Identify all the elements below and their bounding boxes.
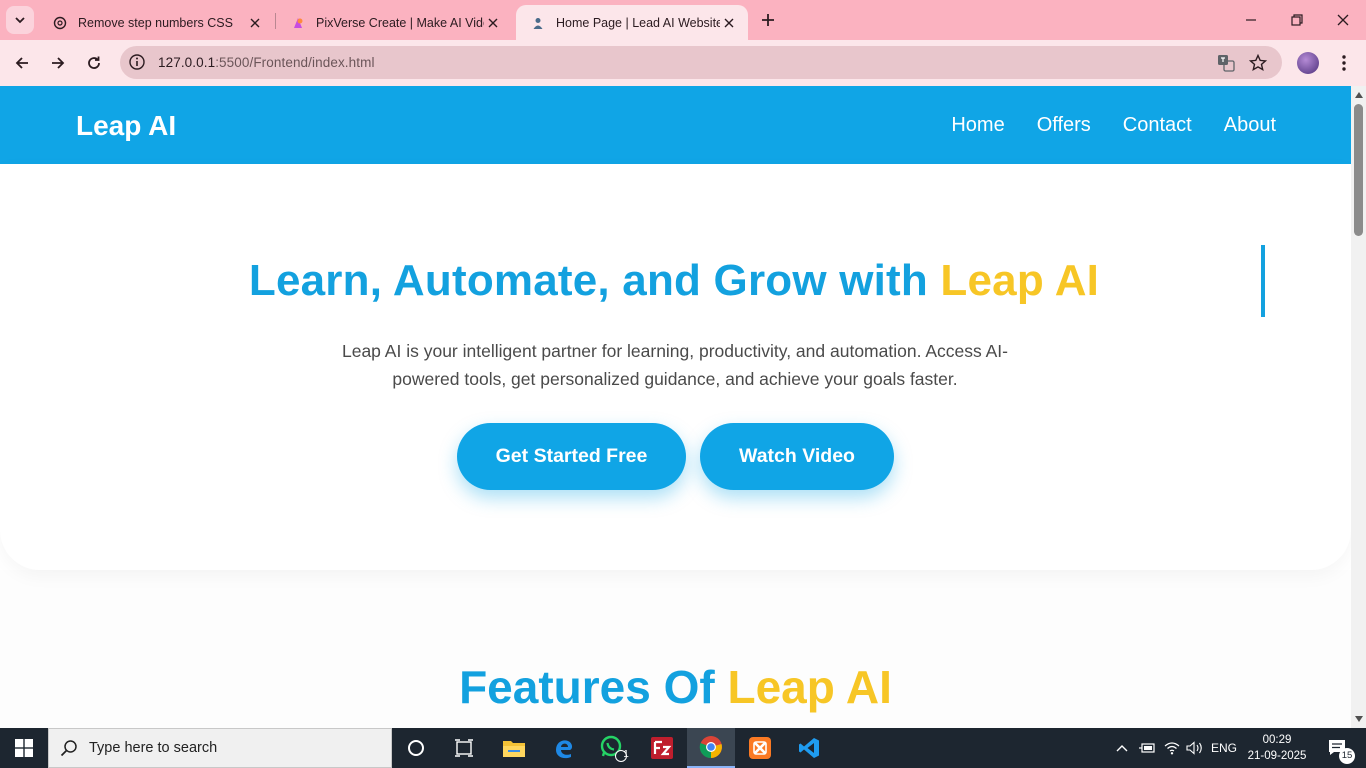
file-explorer-button[interactable] xyxy=(490,728,538,768)
folder-icon xyxy=(503,741,525,757)
show-hidden-icons-button[interactable] xyxy=(1112,728,1132,768)
reload-icon xyxy=(88,56,100,69)
hero-title: Learn, Automate, and Grow with Leap AI xyxy=(0,256,1351,306)
watch-video-button[interactable]: Watch Video xyxy=(700,423,894,490)
tab-close-icon[interactable] xyxy=(484,14,502,32)
restore-button[interactable] xyxy=(1274,0,1320,40)
edge-button[interactable] xyxy=(540,728,588,768)
notification-count-badge: 15 xyxy=(1339,748,1355,764)
features-title-accent: Leap AI xyxy=(727,661,892,713)
arrow-right-icon xyxy=(52,57,65,69)
chevron-down-icon xyxy=(15,17,25,24)
vscode-button[interactable] xyxy=(785,728,833,768)
tab-search-button[interactable] xyxy=(6,6,34,34)
plus-icon xyxy=(762,14,774,26)
tab-title: Remove step numbers CSS xyxy=(78,15,233,30)
hero-section: Learn, Automate, and Grow with Leap AI L… xyxy=(0,164,1351,570)
vscode-icon xyxy=(799,738,819,758)
nav-links: Home Offers Contact About xyxy=(951,114,1276,137)
nav-offers-link[interactable]: Offers xyxy=(1037,114,1091,137)
cortana-circle-icon xyxy=(408,740,424,756)
start-button[interactable] xyxy=(0,728,48,768)
new-tab-button[interactable] xyxy=(756,8,780,32)
windows-logo-icon xyxy=(15,739,33,757)
task-view-icon xyxy=(455,739,473,757)
site-navbar: Leap AI Home Offers Contact About xyxy=(0,86,1351,164)
network-tray-button[interactable] xyxy=(1161,728,1183,768)
speaker-icon xyxy=(1186,741,1202,755)
tab-title: PixVerse Create | Make AI Video xyxy=(316,15,484,30)
taskbar-search-box[interactable]: Type here to search xyxy=(48,728,392,768)
chevron-up-icon xyxy=(1116,745,1128,752)
battery-plug-icon xyxy=(1139,743,1155,753)
xampp-icon xyxy=(749,737,771,759)
edge-icon xyxy=(556,740,573,759)
url-host: 127.0.0.1 xyxy=(158,55,216,70)
scroll-up-arrow-icon[interactable] xyxy=(1351,88,1366,102)
forward-button[interactable] xyxy=(43,48,73,78)
search-icon xyxy=(49,728,89,768)
site-logo[interactable]: Leap AI xyxy=(76,110,176,142)
scroll-down-arrow-icon[interactable] xyxy=(1351,712,1366,726)
chrome-icon xyxy=(699,736,722,759)
arrow-left-icon xyxy=(15,57,28,69)
openai-icon xyxy=(52,15,68,31)
restore-icon xyxy=(1291,14,1303,26)
nav-contact-link[interactable]: Contact xyxy=(1123,114,1192,137)
back-button[interactable] xyxy=(7,48,37,78)
filezilla-icon xyxy=(651,737,673,759)
task-view-button[interactable] xyxy=(440,728,488,768)
windows-taskbar: Type here to search 1 ENG 00:29 21-09-20… xyxy=(0,728,1366,768)
browser-menu-button[interactable] xyxy=(1334,52,1354,74)
minimize-icon xyxy=(1246,19,1256,21)
translate-icon[interactable] xyxy=(1216,53,1236,73)
features-title-main: Features Of xyxy=(459,661,728,713)
more-vert-icon xyxy=(1342,55,1346,71)
whatsapp-badge: 1 xyxy=(623,749,629,760)
wifi-icon xyxy=(1164,742,1180,755)
bookmark-star-icon[interactable] xyxy=(1248,53,1268,73)
system-clock[interactable]: 00:29 21-09-2025 xyxy=(1240,732,1314,764)
chrome-button[interactable] xyxy=(687,728,735,768)
battery-tray-button[interactable] xyxy=(1137,728,1157,768)
hero-title-main: Learn, Automate, and Grow with xyxy=(248,256,941,305)
tab-close-icon[interactable] xyxy=(720,14,738,32)
browser-tab-bar: Remove step numbers CSS PixVerse Create … xyxy=(0,0,1366,40)
site-info-icon[interactable] xyxy=(128,53,146,71)
nav-home-link[interactable]: Home xyxy=(951,114,1004,137)
tab-remove-step-numbers[interactable]: Remove step numbers CSS xyxy=(38,5,274,40)
tab-pixverse[interactable]: PixVerse Create | Make AI Video xyxy=(276,5,512,40)
url-path: :5500/Frontend/index.html xyxy=(215,55,375,70)
hero-title-accent: Leap AI xyxy=(940,256,1100,305)
site-icon xyxy=(530,15,546,31)
clock-date: 21-09-2025 xyxy=(1247,750,1307,762)
minimize-button[interactable] xyxy=(1228,0,1274,40)
action-center-button[interactable]: 15 xyxy=(1318,728,1358,768)
scrollbar-thumb[interactable] xyxy=(1354,104,1363,236)
cortana-button[interactable] xyxy=(392,728,440,768)
profile-avatar[interactable] xyxy=(1297,52,1319,74)
close-icon xyxy=(1337,14,1349,26)
close-window-button[interactable] xyxy=(1320,0,1366,40)
tab-close-icon[interactable] xyxy=(246,14,264,32)
get-started-button[interactable]: Get Started Free xyxy=(457,423,686,490)
typing-cursor xyxy=(1261,245,1265,317)
features-title: Features Of Leap AI xyxy=(0,660,1351,714)
reload-button[interactable] xyxy=(79,48,109,78)
volume-tray-button[interactable] xyxy=(1184,728,1206,768)
url-text[interactable]: 127.0.0.1:5500/Frontend/index.html xyxy=(158,55,375,70)
whatsapp-button[interactable]: 1 xyxy=(589,728,637,768)
hero-description: Leap AI is your intelligent partner for … xyxy=(341,341,1009,389)
filezilla-button[interactable] xyxy=(638,728,686,768)
language-indicator[interactable]: ENG xyxy=(1208,728,1240,768)
pixverse-icon xyxy=(290,15,306,31)
tab-home-page[interactable]: Home Page | Lead AI Website xyxy=(516,5,748,40)
clock-time: 00:29 xyxy=(1262,734,1292,746)
page-viewport: Leap AI Home Offers Contact About Learn,… xyxy=(0,86,1351,728)
tab-title: Home Page | Lead AI Website xyxy=(556,15,720,30)
search-placeholder: Type here to search xyxy=(89,740,218,756)
nav-about-link[interactable]: About xyxy=(1224,114,1276,137)
xampp-button[interactable] xyxy=(736,728,784,768)
